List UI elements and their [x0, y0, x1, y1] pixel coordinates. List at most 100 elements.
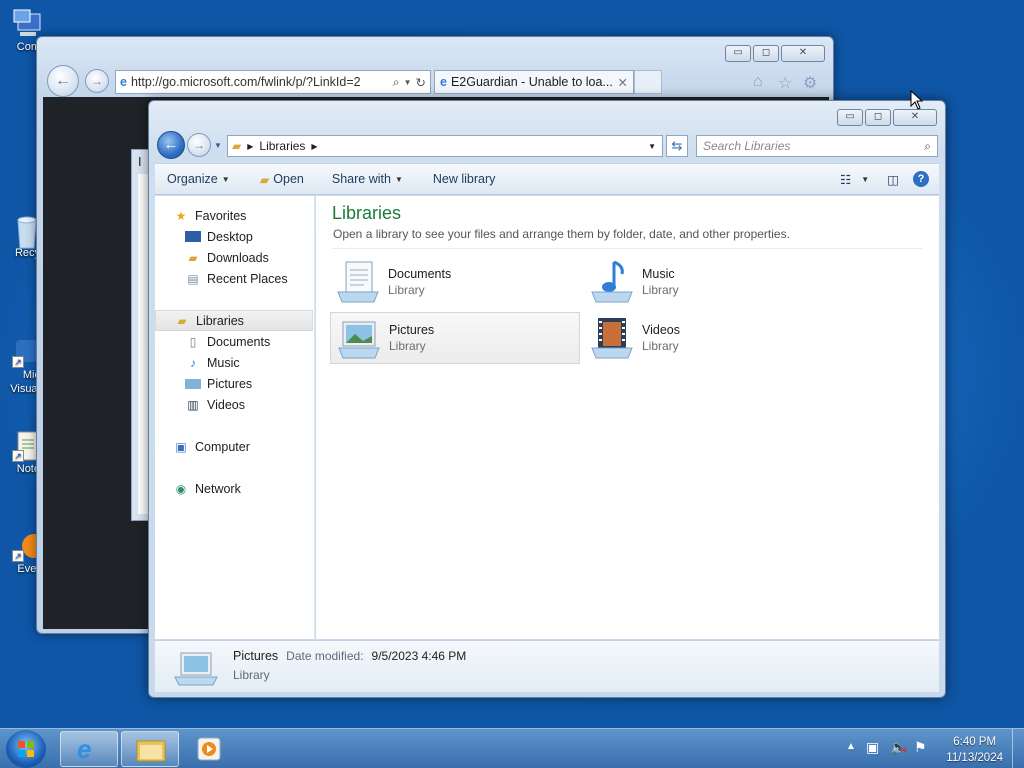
divider: [332, 248, 922, 249]
forward-arrow-icon: →: [193, 138, 205, 152]
nav-label: Videos: [207, 397, 245, 412]
recent-places-icon: ▤: [187, 271, 199, 286]
library-type: Library: [642, 283, 679, 297]
nav-libraries[interactable]: ▰ Libraries: [155, 310, 313, 331]
browser-maximize-button[interactable]: ◻: [753, 45, 779, 62]
volume-muted-icon[interactable]: 🔈 ✕: [890, 739, 908, 756]
pictures-library-icon: [338, 321, 380, 359]
breadcrumb-separator-icon[interactable]: ▶: [247, 142, 253, 151]
library-item-documents[interactable]: Documents Library: [330, 256, 580, 308]
view-options-button[interactable]: ☷ ▼: [832, 172, 877, 187]
nav-downloads[interactable]: ▰ Downloads: [155, 247, 313, 268]
start-button[interactable]: [6, 730, 46, 768]
browser-forward-button[interactable]: →: [85, 69, 109, 93]
libraries-folder-icon: ▰: [177, 313, 187, 328]
browser-minimize-button[interactable]: ▭: [725, 45, 751, 62]
nav-label: Downloads: [207, 250, 269, 265]
browser-address-bar[interactable]: e http://go.microsoft.com/fwlink/p/?Link…: [115, 70, 431, 94]
pictures-icon: [185, 378, 201, 389]
library-item-music[interactable]: Music Library: [584, 256, 834, 308]
desktop-icon-visual[interactable]: ↗ Mic Visual: [0, 336, 40, 396]
search-input[interactable]: Search Libraries ⌕: [696, 135, 938, 157]
ie-page-icon: e: [440, 75, 447, 89]
address-dropdown-icon[interactable]: ▼: [648, 142, 662, 151]
library-item-pictures[interactable]: Pictures Library: [330, 312, 580, 364]
organize-button[interactable]: Organize ▼: [155, 172, 242, 186]
navigation-pane: ★ Favorites Desktop ▰ Downloads ▤ Recent Pl…: [155, 196, 315, 639]
pictures-library-icon: [174, 652, 218, 686]
desktop-icon-notepad[interactable]: ↗ Note: [0, 430, 40, 476]
search-icon[interactable]: ⌕: [924, 139, 931, 154]
desktop-icon-computer[interactable]: Com: [0, 8, 41, 54]
nav-documents[interactable]: ▯ Documents: [155, 331, 313, 352]
browser-tab[interactable]: e E2Guardian - Unable to loa... ✕: [434, 70, 634, 94]
explorer-maximize-button[interactable]: ◻: [865, 109, 891, 126]
library-name: Documents: [388, 267, 452, 281]
nav-videos[interactable]: ▥ Videos: [155, 394, 313, 415]
explorer-forward-button[interactable]: →: [187, 133, 211, 157]
action-center-flag-icon[interactable]: ⚑: [914, 739, 927, 756]
nav-computer[interactable]: ▣ Computer: [155, 436, 313, 457]
windows-logo-icon: [18, 741, 34, 757]
taskbar-media-player-button[interactable]: [196, 737, 222, 761]
tab-close-icon[interactable]: ✕: [618, 75, 628, 90]
preview-pane-button[interactable]: ◫: [877, 172, 909, 187]
new-library-label: New library: [432, 172, 496, 186]
nav-label: Pictures: [207, 376, 253, 391]
library-name: Pictures: [389, 323, 435, 337]
show-desktop-button[interactable]: [1012, 729, 1024, 768]
help-button[interactable]: ?: [909, 171, 939, 187]
breadcrumb-separator-icon[interactable]: ▶: [311, 142, 317, 151]
downloads-icon: ▰: [188, 250, 198, 265]
favorites-star-icon[interactable]: ☆: [778, 73, 792, 93]
page-title: Libraries: [332, 203, 402, 223]
desktop-icon-everything[interactable]: ↗ Ever: [0, 530, 46, 576]
library-type: Library: [388, 283, 425, 297]
desktop-icon: [185, 231, 201, 242]
explorer-refresh-button[interactable]: ⇆: [666, 135, 688, 157]
new-library-button[interactable]: New library: [421, 172, 508, 186]
dropdown-arrow-icon: ▼: [394, 174, 403, 184]
explorer-address-bar[interactable]: ▰ ▶ Libraries ▶ ▼: [227, 135, 663, 157]
refresh-icon[interactable]: ↻: [416, 75, 430, 90]
dropdown-arrow-icon[interactable]: ▼: [404, 78, 412, 87]
back-arrow-icon: ←: [55, 72, 71, 89]
nav-recent-places[interactable]: ▤ Recent Places: [155, 268, 313, 289]
browser-back-button[interactable]: ←: [47, 65, 79, 97]
nav-network[interactable]: ◉ Network: [155, 478, 313, 499]
explorer-back-button[interactable]: ←: [157, 131, 185, 159]
documents-icon: ▯: [189, 334, 197, 349]
explorer-caption-buttons: ▭ ◻ ✕: [837, 109, 937, 126]
share-with-button[interactable]: Share with ▼: [320, 172, 415, 186]
new-tab-button[interactable]: [634, 70, 662, 94]
nav-favorites[interactable]: ★ Favorites: [155, 205, 313, 226]
home-icon[interactable]: ⌂: [753, 73, 763, 91]
explorer-minimize-button[interactable]: ▭: [837, 109, 863, 126]
taskbar-explorer-button[interactable]: [121, 731, 179, 767]
nav-desktop[interactable]: Desktop: [155, 226, 313, 247]
dropdown-arrow-icon: ▼: [221, 174, 230, 184]
tools-gear-icon[interactable]: ⚙: [803, 73, 817, 93]
taskbar-ie-button[interactable]: e: [60, 731, 118, 767]
recent-pages-dropdown-icon[interactable]: ▼: [214, 141, 222, 150]
taskbar-clock[interactable]: 6:40 PM 11/13/2024: [946, 734, 1003, 766]
show-hidden-icons-icon[interactable]: ▲: [846, 741, 856, 752]
search-icon[interactable]: ⌕: [393, 75, 400, 90]
network-tray-icon[interactable]: ▣: [866, 739, 879, 756]
browser-close-button[interactable]: ✕: [781, 45, 825, 62]
nav-label: Music: [207, 355, 240, 370]
organize-label: Organize: [167, 172, 218, 186]
nav-label: Recent Places: [207, 271, 288, 286]
explorer-close-button[interactable]: ✕: [893, 109, 937, 126]
desktop-icon-recycle-bin[interactable]: Recy: [0, 214, 40, 260]
nav-pictures[interactable]: Pictures: [155, 373, 313, 394]
breadcrumb-libraries[interactable]: Libraries: [259, 139, 305, 153]
folder-icon: [136, 740, 166, 762]
open-button[interactable]: ▰ Open: [248, 172, 316, 187]
command-bar: Organize ▼ ▰ Open Share with ▼ New library …: [155, 163, 939, 195]
library-item-videos[interactable]: Videos Library: [584, 312, 834, 364]
refresh-icon: ⇆: [671, 138, 683, 153]
explorer-window[interactable]: ▭ ◻ ✕ ← → ▼ ▰ ▶ Libraries ▶ ▼ ⇆ Search L…: [148, 100, 946, 698]
nav-music[interactable]: ♪ Music: [155, 352, 313, 373]
details-item-name: Pictures: [233, 649, 279, 663]
